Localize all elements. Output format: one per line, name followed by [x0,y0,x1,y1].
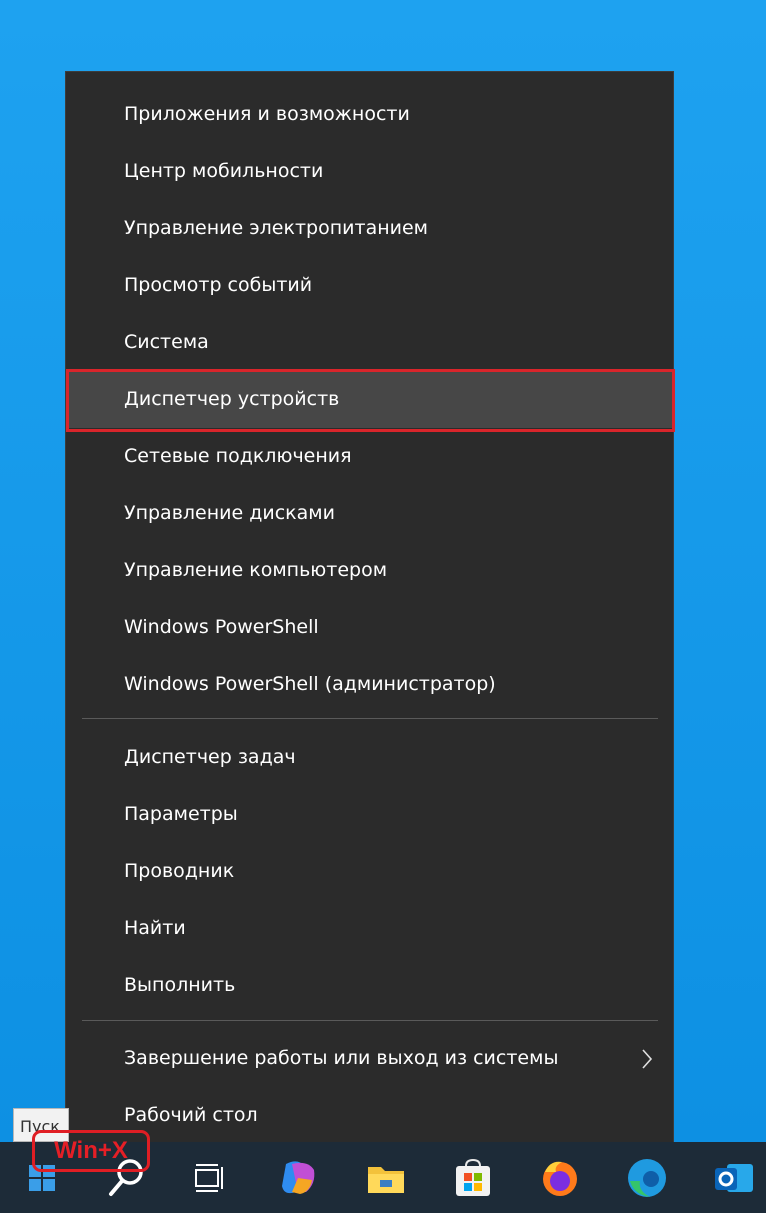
outlook-icon [715,1163,753,1192]
menu-item-task-manager[interactable]: Диспетчер задач [66,729,673,786]
menu-item-event-viewer[interactable]: Просмотр событий [66,257,673,314]
menu-item-run[interactable]: Выполнить [66,957,673,1014]
menu-item-label: Рабочий стол [124,1104,258,1126]
menu-item-power-options[interactable]: Управление электропитанием [66,200,673,257]
menu-item-device-manager[interactable]: Диспетчер устройств [66,371,673,428]
menu-item-label: Центр мобильности [124,160,324,182]
shortcut-annotation: Win+X [32,1130,150,1172]
folder-icon [368,1166,404,1193]
store-button[interactable] [443,1142,503,1213]
menu-item-apps-features[interactable]: Приложения и возможности [66,86,673,143]
firefox-button[interactable] [530,1142,590,1213]
menu-item-network-connections[interactable]: Сетевые подключения [66,428,673,485]
menu-item-system[interactable]: Система [66,314,673,371]
menu-item-label: Завершение работы или выход из системы [124,1047,559,1069]
menu-separator [82,718,658,719]
file-explorer-button[interactable] [356,1142,416,1213]
menu-item-label: Диспетчер устройств [124,388,340,410]
menu-item-label: Параметры [124,803,238,825]
edge-icon [628,1158,666,1197]
menu-item-shutdown-signout[interactable]: Завершение работы или выход из системы [66,1030,673,1087]
outlook-button[interactable] [704,1142,764,1213]
task-view-button[interactable] [180,1142,240,1213]
menu-item-settings[interactable]: Параметры [66,786,673,843]
menu-separator [82,1020,658,1021]
menu-item-search[interactable]: Найти [66,900,673,957]
copilot-icon [282,1160,315,1194]
chevron-right-icon [639,1030,655,1087]
task-view-icon [195,1163,223,1192]
edge-button[interactable] [617,1142,677,1213]
menu-item-label: Проводник [124,860,235,882]
menu-item-powershell-admin[interactable]: Windows PowerShell (администратор) [66,656,673,713]
menu-item-label: Приложения и возможности [124,103,410,125]
menu-item-label: Выполнить [124,974,236,996]
menu-item-label: Управление электропитанием [124,217,428,239]
menu-item-explorer[interactable]: Проводник [66,843,673,900]
menu-item-mobility-center[interactable]: Центр мобильности [66,143,673,200]
menu-item-label: Windows PowerShell [124,616,319,638]
menu-item-desktop[interactable]: Рабочий стол [66,1087,673,1144]
menu-item-label: Диспетчер задач [124,746,296,768]
winx-context-menu: Приложения и возможности Центр мобильнос… [65,71,675,1154]
menu-item-label: Система [124,331,209,353]
menu-item-label: Сетевые подключения [124,445,352,467]
menu-item-label: Управление компьютером [124,559,388,581]
microsoft-store-icon [456,1158,490,1196]
menu-item-computer-management[interactable]: Управление компьютером [66,542,673,599]
menu-item-label: Windows PowerShell (администратор) [124,673,496,695]
menu-item-label: Просмотр событий [124,274,313,296]
copilot-button[interactable] [268,1142,328,1213]
menu-item-disk-management[interactable]: Управление дисками [66,485,673,542]
shortcut-label: Win+X [54,1137,128,1164]
menu-item-label: Управление дисками [124,502,335,524]
firefox-icon [543,1161,577,1196]
menu-item-label: Найти [124,917,186,939]
menu-item-powershell[interactable]: Windows PowerShell [66,599,673,656]
